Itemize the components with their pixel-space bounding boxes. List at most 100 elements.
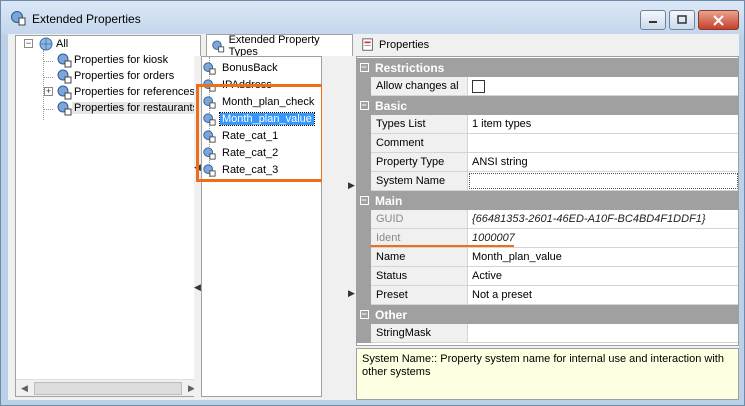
maximize-button[interactable]: [669, 10, 695, 30]
property-types-list[interactable]: BonusBack IPAddress Month_plan_check Mon…: [201, 56, 322, 397]
tree-item-label: Properties for restaurants: [72, 102, 201, 114]
category-toggle[interactable]: −: [357, 191, 371, 210]
close-button[interactable]: [698, 10, 739, 30]
scroll-left-button[interactable]: ◀: [16, 380, 33, 397]
extended-properties-icon: [11, 11, 26, 26]
collapse-icon: −: [359, 62, 369, 72]
list-item[interactable]: Rate_cat_3: [202, 161, 280, 178]
property-group-icon: [57, 53, 72, 68]
property-row-property-type[interactable]: Property Type ANSI string: [357, 153, 738, 172]
minimize-button[interactable]: [640, 10, 666, 30]
list-item[interactable]: Rate_cat_2: [202, 144, 280, 161]
splitter-expand-arrow[interactable]: ▶: [348, 180, 355, 191]
property-row-comment[interactable]: Comment: [357, 134, 738, 153]
row-gutter: [357, 324, 371, 343]
property-type-icon: [203, 146, 216, 160]
property-value: [469, 77, 738, 95]
left-splitter[interactable]: ◀ ◀: [194, 56, 201, 397]
right-splitter[interactable]: ▶ ▶: [322, 56, 356, 397]
system-name-input[interactable]: [469, 173, 738, 189]
category-toggle[interactable]: −: [357, 305, 371, 324]
property-row-preset[interactable]: Preset Not a preset: [357, 286, 738, 305]
property-value[interactable]: [469, 324, 738, 342]
property-groups-tree[interactable]: − All Properties for kiosk Properties fo…: [15, 35, 201, 397]
tree-item-all[interactable]: All: [38, 36, 70, 52]
property-name: Comment: [371, 134, 468, 152]
list-item[interactable]: BonusBack: [202, 59, 280, 76]
splitter-expand-arrow[interactable]: ▶: [348, 288, 355, 299]
tree-expand-toggle[interactable]: +: [44, 87, 53, 96]
row-gutter: [357, 286, 371, 305]
property-type-icon: [203, 61, 216, 75]
property-row-string-mask[interactable]: StringMask: [357, 324, 738, 343]
tab-properties[interactable]: Properties: [357, 34, 447, 56]
tree-line: [43, 109, 53, 110]
category-restrictions[interactable]: − Restrictions: [357, 58, 738, 77]
list-item-selected[interactable]: Month_plan_value: [202, 110, 315, 127]
category-label: Basic: [375, 98, 408, 113]
collapse-icon: −: [359, 195, 369, 205]
list-item-label: Rate_cat_3: [222, 163, 279, 176]
property-row-guid[interactable]: GUID {66481353-2601-46ED-A10F-BC4BD4F1DD…: [357, 210, 738, 229]
close-icon: [713, 14, 724, 26]
property-name: GUID: [371, 210, 468, 228]
list-item[interactable]: Rate_cat_1: [202, 127, 280, 144]
property-name: Name: [371, 248, 468, 266]
tree-item-references[interactable]: Properties for references: [56, 84, 197, 100]
tree-horizontal-scrollbar[interactable]: ◀ ▶: [16, 379, 200, 396]
property-type-icon: [203, 112, 216, 126]
property-description-text: System Name:: Property system name for i…: [362, 353, 724, 378]
row-gutter: [357, 229, 371, 248]
extended-properties-window: Extended Properties − All Properties for…: [0, 0, 745, 406]
tree-item-restaurants[interactable]: Properties for restaurants: [56, 100, 201, 116]
row-gutter: [357, 172, 371, 191]
property-grid[interactable]: − Restrictions Allow changes al − Basic …: [356, 56, 739, 346]
property-value[interactable]: [469, 134, 738, 152]
category-main[interactable]: − Main: [357, 191, 738, 210]
property-value[interactable]: ANSI string: [469, 153, 738, 171]
allow-changes-checkbox[interactable]: [472, 79, 485, 93]
property-row-allow-changes[interactable]: Allow changes al: [357, 77, 738, 96]
property-type-icon: [203, 129, 216, 143]
tree-item-label: All: [56, 38, 69, 50]
category-label: Main: [375, 193, 403, 208]
maximize-icon: [677, 15, 687, 24]
category-basic[interactable]: − Basic: [357, 96, 738, 115]
list-item-label: Rate_cat_1: [222, 129, 279, 142]
underline-annotation: [371, 245, 514, 247]
row-gutter: [357, 77, 371, 96]
property-name: Status: [371, 267, 468, 285]
collapse-icon: −: [359, 100, 369, 110]
category-other[interactable]: − Other: [357, 305, 738, 324]
category-toggle[interactable]: −: [357, 96, 371, 115]
tree-item-kiosk[interactable]: Properties for kiosk: [56, 52, 170, 68]
property-group-icon: [57, 101, 72, 116]
property-group-icon: [57, 69, 72, 84]
tab-extended-property-types[interactable]: Extended Property Types: [206, 34, 353, 58]
scroll-thumb[interactable]: [34, 382, 182, 395]
property-name: Property Type: [371, 153, 468, 171]
list-item[interactable]: Month_plan_check: [202, 93, 316, 110]
property-row-name[interactable]: Name Month_plan_value: [357, 248, 738, 267]
title-bar[interactable]: Extended Properties: [1, 1, 744, 35]
property-row-types-list[interactable]: Types List 1 item types: [357, 115, 738, 134]
property-value[interactable]: Active: [469, 267, 738, 285]
splitter-collapse-arrow[interactable]: ◀: [194, 162, 201, 173]
list-item[interactable]: IPAddress: [202, 76, 274, 93]
property-row-status[interactable]: Status Active: [357, 267, 738, 286]
window-client-area: − All Properties for kiosk Properties fo…: [8, 34, 739, 400]
minimize-icon: [649, 21, 657, 23]
tree-item-orders[interactable]: Properties for orders: [56, 68, 176, 84]
category-toggle[interactable]: −: [357, 58, 371, 77]
list-item-label: BonusBack: [222, 61, 278, 74]
row-gutter: [357, 267, 371, 286]
category-label: Other: [375, 307, 408, 322]
splitter-collapse-arrow[interactable]: ◀: [194, 282, 201, 293]
tree-item-label: Properties for references: [74, 86, 196, 98]
property-value[interactable]: 1 item types: [469, 115, 738, 133]
property-row-system-name[interactable]: System Name: [357, 172, 738, 191]
property-value[interactable]: Month_plan_value: [469, 248, 738, 266]
tree-collapse-toggle[interactable]: −: [24, 39, 33, 48]
property-value[interactable]: Not a preset: [469, 286, 738, 304]
row-gutter: [357, 153, 371, 172]
